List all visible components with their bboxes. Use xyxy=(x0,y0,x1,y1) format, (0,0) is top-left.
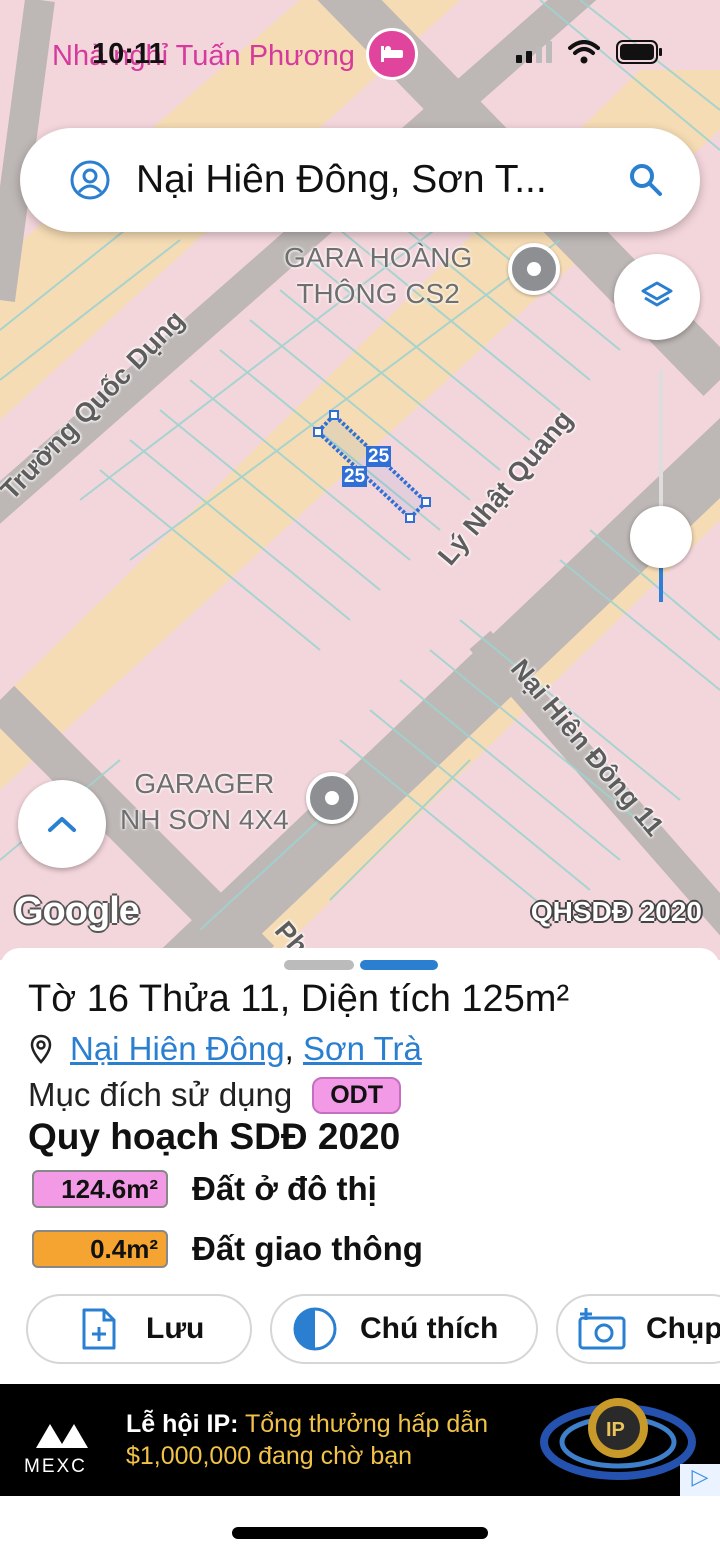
layers-icon xyxy=(641,281,673,307)
capture-button[interactable]: Chụp xyxy=(556,1294,720,1364)
layers-button[interactable] xyxy=(614,254,700,340)
plan-area-chip: 0.4m² xyxy=(32,1230,168,1268)
ad-banner[interactable]: MEXC Lễ hội IP: Tổng thưởng hấp dẫn $1,0… xyxy=(0,1384,720,1496)
plan-item-label: Đất ở đô thị xyxy=(192,1170,377,1207)
ad-brand: MEXC xyxy=(24,1456,87,1477)
cellular-signal-icon xyxy=(516,41,552,63)
plan-item: 124.6m² Đất ở đô thị xyxy=(32,1170,377,1208)
poi-label-gara-hoang-thong[interactable]: GARA HOÀNG THÔNG CS2 xyxy=(284,240,472,312)
home-indicator[interactable] xyxy=(232,1527,488,1539)
location-pin-icon xyxy=(30,1034,52,1064)
add-document-icon xyxy=(82,1308,116,1350)
ward-link[interactable]: Nại Hiên Đông xyxy=(70,1030,285,1067)
plan-title: Quy hoạch SDĐ 2020 xyxy=(28,1116,401,1157)
parcel-title: Tờ 16 Thửa 11, Diện tích 125m² xyxy=(28,978,570,1020)
plan-item-label: Đất giao thông xyxy=(192,1230,423,1267)
parcel-number-label: 25 xyxy=(342,466,368,487)
wifi-icon xyxy=(568,40,600,64)
battery-icon xyxy=(616,40,662,64)
parcel-location: Nại Hiên Đông, Sơn Trà xyxy=(30,1030,422,1068)
account-icon[interactable] xyxy=(70,160,110,200)
ip-token-graphic: IP xyxy=(540,1398,696,1480)
search-query[interactable]: Nại Hiên Đông, Sơn T... xyxy=(136,158,547,202)
hotel-pin-icon[interactable] xyxy=(366,28,418,80)
mexc-logo-icon xyxy=(36,1424,88,1448)
sheet-page-indicator[interactable] xyxy=(360,960,438,970)
plan-item: 0.4m² Đất giao thông xyxy=(32,1230,423,1268)
svg-text:IP: IP xyxy=(606,1419,625,1441)
ad-subline: $1,000,000 đang chờ bạn xyxy=(126,1442,413,1470)
ad-headline: Lễ hội IP: Tổng thưởng hấp dẫn xyxy=(126,1410,489,1438)
search-icon[interactable] xyxy=(628,162,664,198)
purpose-label: Mục đích sử dụng xyxy=(28,1076,293,1113)
opacity-slider-handle[interactable] xyxy=(630,506,692,568)
save-button[interactable]: Lưu xyxy=(26,1294,252,1364)
land-use-purpose: Mục đích sử dụng ODT xyxy=(28,1076,402,1114)
legend-button[interactable]: Chú thích xyxy=(270,1294,538,1364)
parcel-number-label: 25 xyxy=(366,446,392,467)
district-link[interactable]: Sơn Trà xyxy=(303,1030,422,1067)
status-icons xyxy=(516,40,664,64)
expand-panel-button[interactable] xyxy=(18,780,106,868)
ad-choices-icon[interactable]: ▷ xyxy=(680,1464,720,1496)
clock: 10:11 xyxy=(92,38,165,70)
poi-label-garager[interactable]: GARAGER NH SƠN 4X4 xyxy=(120,766,289,838)
add-photo-icon xyxy=(578,1308,626,1350)
layer-tag: QHSDĐ 2020 xyxy=(530,896,702,927)
sheet-handle[interactable] xyxy=(284,960,354,970)
poi-pin-icon[interactable] xyxy=(508,243,560,295)
google-attribution: Google xyxy=(14,890,140,932)
poi-pin-icon[interactable] xyxy=(306,772,358,824)
parcel-info-sheet: Tờ 16 Thửa 11, Diện tích 125m² Nại Hiên … xyxy=(0,948,720,1384)
purpose-code-badge: ODT xyxy=(312,1076,402,1114)
status-bar: Nhà nghỉ Tuấn Phương 10:11 xyxy=(0,0,720,110)
plan-area-chip: 124.6m² xyxy=(32,1170,168,1208)
contrast-icon xyxy=(293,1307,337,1351)
chevron-up-icon xyxy=(48,817,76,832)
search-bar[interactable]: Nại Hiên Đông, Sơn T... xyxy=(20,128,700,232)
